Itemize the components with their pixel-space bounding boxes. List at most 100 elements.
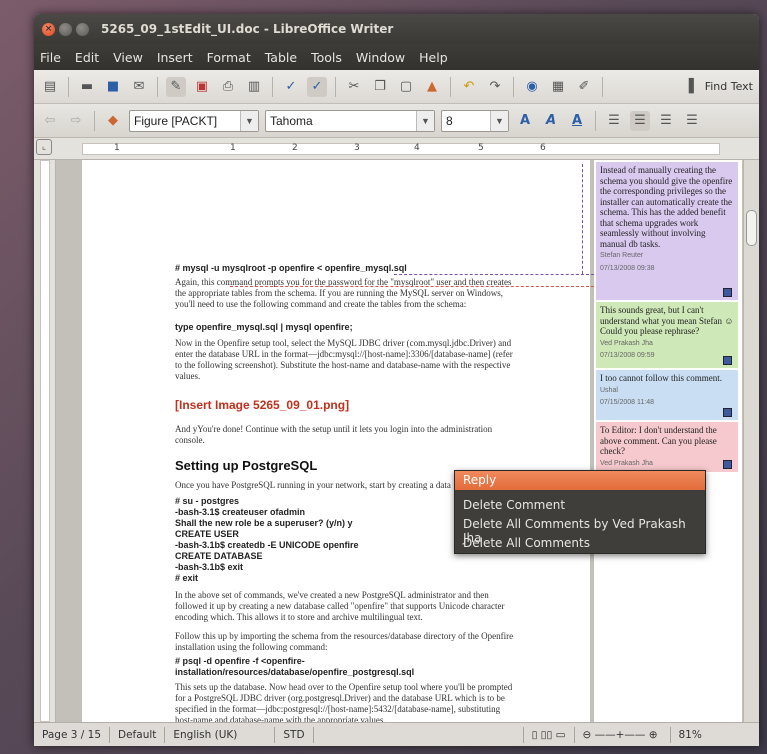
comment-anchor-line: [230, 286, 594, 287]
menu-view[interactable]: View: [113, 50, 143, 65]
font-name-select[interactable]: Tahoma ▼: [265, 109, 435, 132]
menu-file[interactable]: File: [40, 50, 61, 65]
command-line[interactable]: # psql -d openfire -f <openfire-installa…: [175, 656, 517, 678]
horizontal-ruler[interactable]: ⌞ 1 1 2 3 4 5 6: [34, 138, 759, 160]
comment-menu-icon[interactable]: [723, 288, 732, 297]
hyperlink-icon[interactable]: ◉: [522, 77, 542, 97]
align-left-icon[interactable]: ☰: [604, 111, 624, 131]
paragraph[interactable]: In the above set of commands, we've crea…: [175, 590, 517, 623]
comment-date: 07/13/2008 09:38: [600, 264, 655, 272]
scrollbar-thumb[interactable]: [746, 210, 757, 246]
vertical-scrollbar[interactable]: [743, 160, 759, 722]
window-title: 5265_09_1stEdit_UI.doc - LibreOffice Wri…: [101, 22, 394, 36]
comment-note[interactable]: This sounds great, but I can't understan…: [596, 302, 738, 368]
comment-date: 07/13/2008 09:59: [600, 352, 655, 359]
menu-item-delete-comment[interactable]: Delete Comment: [455, 496, 705, 515]
toolbar-separator: [68, 76, 69, 97]
zoom-level[interactable]: 81%: [671, 727, 710, 743]
minimize-window-icon[interactable]: [59, 22, 72, 36]
chevron-down-icon[interactable]: ▼: [240, 110, 258, 131]
paragraph-style-select[interactable]: Figure [PACKT] ▼: [129, 109, 259, 132]
bold-icon[interactable]: A: [515, 111, 535, 131]
comment-menu-icon[interactable]: [723, 408, 732, 417]
email-icon[interactable]: ✉: [129, 77, 149, 97]
paragraph[interactable]: And yYou're done! Continue with the setu…: [175, 424, 517, 446]
menu-help[interactable]: Help: [419, 50, 448, 65]
chevron-down-icon[interactable]: ▼: [490, 110, 508, 131]
comment-note[interactable]: To Editor: I don't understand the above …: [596, 422, 738, 479]
edit-file-icon[interactable]: ✎: [166, 76, 186, 97]
underline-icon[interactable]: A: [567, 111, 587, 131]
code-line[interactable]: -bash-3.1b$ exit: [175, 562, 517, 573]
find-text-area[interactable]: ▐ Find Text: [679, 77, 753, 97]
close-window-icon[interactable]: ×: [42, 22, 55, 36]
toolbar-separator: [513, 76, 514, 97]
zoom-slider[interactable]: ⊖ ——+—— ⊕: [575, 726, 671, 743]
maximize-window-icon[interactable]: [76, 22, 89, 36]
styles-formatting-icon[interactable]: ◆: [103, 111, 123, 131]
paragraph[interactable]: Now in the Openfire setup tool, select t…: [175, 338, 517, 382]
paragraph[interactable]: Follow this up by importing the schema f…: [175, 631, 517, 653]
clone-formatting-icon[interactable]: ▲: [422, 77, 442, 97]
view-layout-icons[interactable]: ▯ ▯▯ ▭: [524, 726, 575, 743]
comment-context-menu: Reply Delete Comment Delete All Comments…: [454, 470, 706, 554]
toolbar-separator: [94, 110, 95, 131]
italic-icon[interactable]: A: [541, 111, 561, 131]
undo-icon[interactable]: ↶: [459, 77, 479, 97]
table-icon[interactable]: ▦: [548, 77, 568, 97]
comment-menu-icon[interactable]: [723, 356, 732, 365]
menu-item-delete-all-comments[interactable]: Delete All Comments: [455, 534, 705, 553]
autospellcheck-icon[interactable]: ✓: [307, 76, 327, 97]
page-style[interactable]: Default: [110, 726, 166, 743]
comment-text: To Editor: I don't understand the above …: [600, 425, 717, 456]
font-size-select[interactable]: 8 ▼: [441, 109, 509, 132]
show-draw-functions-icon[interactable]: ✐: [574, 77, 594, 97]
cut-icon[interactable]: ✂: [344, 77, 364, 97]
ruler-number: 1: [114, 143, 120, 153]
insert-image-placeholder[interactable]: [Insert Image 5265_09_01.png]: [175, 399, 517, 411]
align-right-icon[interactable]: ☰: [656, 111, 676, 131]
chevron-down-icon[interactable]: ▼: [416, 110, 434, 131]
tab-stop-selector-icon[interactable]: ⌞: [36, 139, 52, 155]
menu-item-delete-all-by-author[interactable]: Delete All Comments by Ved Prakash Jha: [455, 515, 705, 545]
paragraph[interactable]: Again, this command prompts you for the …: [175, 277, 517, 310]
spellcheck-icon[interactable]: ✓: [281, 77, 301, 97]
comment-author: Ushal: [600, 386, 618, 394]
redo-icon[interactable]: ↷: [485, 77, 505, 97]
back-arrow-icon[interactable]: ⇦: [40, 111, 60, 131]
justify-icon[interactable]: ☰: [682, 111, 702, 131]
menu-table[interactable]: Table: [265, 50, 297, 65]
comment-menu-icon[interactable]: [723, 460, 732, 469]
menu-edit[interactable]: Edit: [75, 50, 99, 65]
selection-mode[interactable]: STD: [275, 726, 314, 743]
find-text-label[interactable]: Find Text: [705, 80, 753, 93]
comments-sidebar: Instead of manually creating the schema …: [594, 160, 742, 722]
export-pdf-icon[interactable]: ▣: [192, 77, 212, 97]
print-preview-icon[interactable]: ▥: [244, 77, 264, 97]
paragraph[interactable]: This sets up the database. Now head over…: [175, 682, 517, 726]
toolbar-separator: [335, 76, 336, 97]
comment-author: Ved Prakash Jha: [600, 459, 653, 467]
open-folder-icon[interactable]: ▬: [77, 77, 97, 97]
code-line[interactable]: # exit: [175, 573, 517, 584]
menu-item-reply[interactable]: Reply: [455, 471, 705, 490]
menu-format[interactable]: Format: [207, 50, 251, 65]
align-center-icon[interactable]: ☰: [630, 110, 650, 131]
command-line[interactable]: type openfire_mysql.sql | mysql openfire…: [175, 322, 517, 333]
menu-tools[interactable]: Tools: [311, 50, 342, 65]
print-icon[interactable]: ⎙: [218, 77, 238, 97]
copy-icon[interactable]: ❐: [370, 77, 390, 97]
menu-window[interactable]: Window: [356, 50, 405, 65]
menu-bar: File Edit View Insert Format Table Tools…: [34, 44, 759, 70]
comment-note[interactable]: Instead of manually creating the schema …: [596, 162, 738, 300]
comment-note[interactable]: I too cannot follow this comment. Ushal …: [596, 370, 738, 420]
document-page[interactable]: # mysql -u mysqlroot -p openfire < openf…: [82, 160, 590, 725]
paste-icon[interactable]: ▢: [396, 77, 416, 97]
page-indicator[interactable]: Page 3 / 15: [34, 726, 111, 743]
save-icon[interactable]: ■: [103, 77, 123, 97]
menu-insert[interactable]: Insert: [157, 50, 193, 65]
language-indicator[interactable]: English (UK): [165, 726, 276, 743]
command-line[interactable]: # mysql -u mysqlroot -p openfire < openf…: [175, 263, 517, 274]
forward-arrow-icon[interactable]: ⇨: [66, 111, 86, 131]
new-document-icon[interactable]: ▤: [40, 77, 60, 97]
